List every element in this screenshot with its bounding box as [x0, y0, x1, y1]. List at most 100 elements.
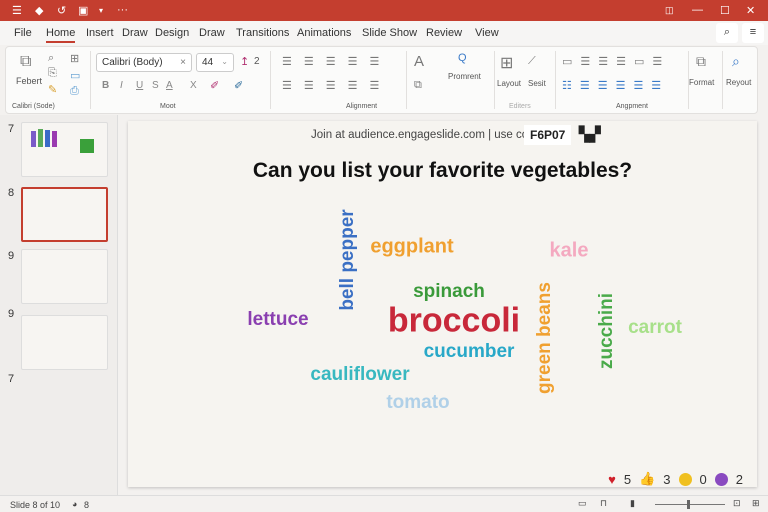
bullets-icon[interactable]: ☰☰☰☰☰ [282, 55, 391, 68]
word-spinach: spinach [413, 281, 485, 302]
slide-number: 9 [8, 250, 15, 262]
zoom-slider-thumb[interactable] [687, 500, 690, 509]
save-icon[interactable]: ◆ [35, 4, 43, 17]
status-bar: Slide 8 of 10 ◕ 8 ▭ ⊓ ▮ ⊡ ⊞ [0, 495, 768, 512]
search-icon[interactable]: ⌕ [716, 23, 738, 43]
question-title: Can you list your favorite vegetables? [252, 159, 633, 182]
bold-button[interactable]: B [102, 80, 109, 91]
accessibility-count: 8 [84, 500, 90, 510]
layout-button[interactable]: Layout [497, 79, 521, 88]
new-slide-icon[interactable]: ⊞ [70, 52, 79, 65]
tab-slide-show[interactable]: Slide Show [362, 27, 417, 39]
grid-icon[interactable]: ⊞ [752, 498, 760, 509]
tab-file[interactable]: File [14, 27, 32, 39]
line-spacing-icon[interactable]: ↥ [240, 55, 249, 68]
surprised-icon[interactable] [714, 472, 728, 486]
undo-icon[interactable]: ↺ [57, 4, 66, 17]
slide-number: 7 [8, 373, 15, 385]
word-broccoli: broccoli [387, 301, 521, 340]
layout-icon[interactable]: ▭ [70, 69, 80, 82]
word-tomato: tomato [386, 392, 450, 413]
sent-button[interactable]: Sesit [528, 79, 546, 88]
indent-icon[interactable]: ☷☰☰☰☰☰ [562, 79, 669, 92]
underline-button[interactable]: U [136, 80, 143, 91]
restore-icon[interactable]: ◫ [665, 5, 674, 16]
tab-draw-2[interactable]: Draw [199, 27, 225, 39]
prominent-icon[interactable]: Q [458, 52, 467, 64]
text-color-icon[interactable]: ✐ [234, 79, 243, 92]
heart-icon[interactable]: ♥ [608, 472, 616, 487]
arrangement-group-label: Angpment [616, 103, 648, 110]
heart-count: 5 [623, 471, 632, 487]
tab-transitions[interactable]: Transitions [236, 27, 289, 39]
font-group-label: Moot [160, 103, 176, 110]
slide-sorter-icon[interactable]: ▮ [630, 498, 635, 509]
alignment-group-label: Alignment [346, 103, 378, 110]
tab-home[interactable]: Home [46, 27, 76, 43]
find-icon[interactable]: ⌕ [48, 52, 54, 65]
strikethrough-button[interactable]: S [152, 80, 159, 91]
italic-button[interactable]: I [120, 80, 123, 91]
format-painter-icon[interactable]: ✎ [48, 83, 57, 96]
menu-icon[interactable]: ☰ [12, 4, 22, 17]
font-name-input[interactable]: Calibri (Body) × [96, 53, 192, 72]
clear-format-button[interactable]: X [190, 80, 197, 91]
accessibility-icon[interactable]: ◕ [72, 499, 77, 509]
slide-number: 8 [8, 187, 15, 199]
slide-thumbnail-7[interactable] [21, 122, 108, 177]
word-zucchini: zucchini [596, 292, 617, 370]
surprised-count: 2 [735, 471, 743, 487]
paste-button[interactable]: Febert [16, 76, 42, 86]
shapes-icon[interactable]: ⧉ [414, 79, 422, 92]
tab-animations[interactable]: Animations [297, 27, 351, 39]
slide-counter: Slide 8 of 10 [10, 500, 61, 510]
highlight-icon[interactable]: ✐ [210, 79, 219, 92]
font-size-input[interactable]: 44 ⌄ [196, 53, 234, 72]
zoom-slider[interactable] [655, 500, 725, 509]
maximize-icon[interactable]: ☐ [720, 4, 730, 17]
reyout-icon[interactable]: ⌕ [732, 53, 740, 70]
paste-icon[interactable]: ⧉ [20, 53, 31, 71]
font-color-button[interactable]: A [166, 80, 173, 91]
text-icon[interactable]: A [414, 53, 424, 70]
laugh-icon[interactable] [678, 472, 692, 486]
laugh-count: 0 [699, 471, 707, 487]
hamburger-icon[interactable]: ≡ [742, 23, 764, 43]
spacing-value: 2 [254, 56, 260, 67]
reading-view-icon[interactable]: ⊓ [600, 498, 607, 509]
section-icon[interactable]: ⎙ [70, 85, 79, 98]
align-icon[interactable]: ☰☰☰☰☰ [282, 79, 391, 92]
tab-draw[interactable]: Draw [122, 27, 148, 39]
minimize-icon[interactable]: — [692, 4, 703, 16]
font-name-value: Calibri (Body) [102, 57, 163, 68]
copy-icon[interactable]: ⎘ [48, 67, 57, 80]
close-icon[interactable]: ✕ [746, 4, 755, 17]
more-icon[interactable]: ··· [117, 4, 128, 16]
slide-thumbnails: 7 8 9 9 7 [0, 115, 118, 495]
slide-thumbnail-9[interactable] [21, 249, 108, 304]
present-icon[interactable]: ▣ [78, 4, 88, 17]
arrange-icon[interactable]: ▭☰☰☰▭☰ [562, 55, 670, 68]
layout-grid-icon[interactable]: ⊞ [500, 53, 513, 73]
word-green-beans: green beans [534, 282, 555, 394]
slide-thumbnail-8[interactable] [21, 187, 108, 242]
tab-view[interactable]: View [475, 27, 499, 39]
tab-insert[interactable]: Insert [86, 27, 114, 39]
format-button[interactable]: Format [689, 78, 714, 87]
prominent-button[interactable]: Promrent [448, 72, 481, 81]
tab-design[interactable]: Design [155, 27, 189, 39]
word-kale: kale [549, 239, 589, 262]
thumbs-up-icon[interactable]: 👍 [639, 471, 655, 487]
font-size-value: 44 [202, 57, 214, 68]
slide-number: 9 [8, 308, 15, 320]
slide-thumbnail-10[interactable] [21, 315, 108, 370]
normal-view-icon[interactable]: ▭ [578, 498, 587, 509]
word-cauliflower: cauliflower [310, 364, 410, 385]
format-icon[interactable]: ⧉ [696, 53, 706, 70]
sent-icon[interactable]: ⟋ [528, 55, 536, 68]
fit-slide-icon[interactable]: ⊡ [733, 498, 741, 509]
tab-review[interactable]: Review [426, 27, 462, 39]
dropdown-icon[interactable]: ▾ [99, 6, 103, 15]
qr-code-icon[interactable]: ▚▞ [579, 126, 601, 143]
reyout-button[interactable]: Reyout [726, 78, 751, 87]
